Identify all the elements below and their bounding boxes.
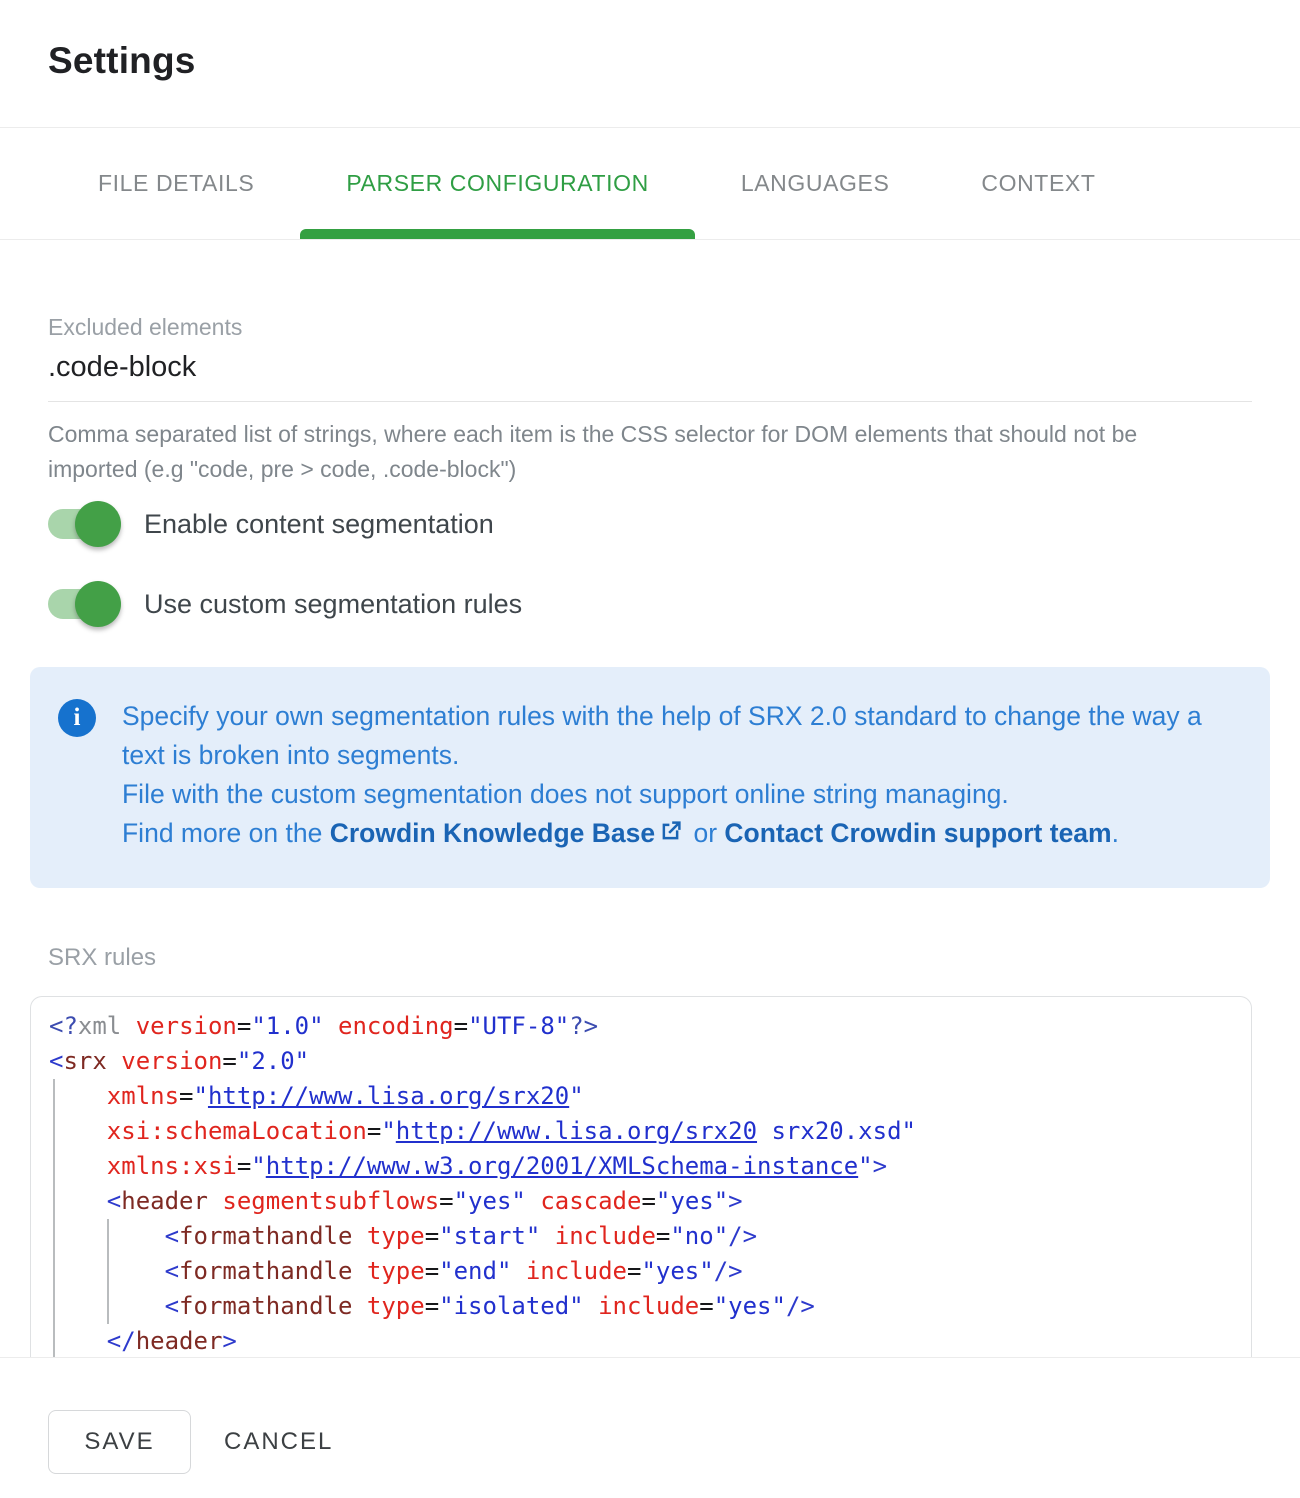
code-line: <header segmentsubflows="yes" cascade="y… <box>49 1184 1251 1219</box>
toggle-row-custom-segmentation: Use custom segmentation rules <box>48 579 1300 629</box>
cancel-button[interactable]: CANCEL <box>224 1428 333 1456</box>
indent-guide <box>53 1079 55 1357</box>
toggle-label: Enable content segmentation <box>144 509 494 540</box>
code-line: <formathandle type="end" include="yes"/> <box>49 1254 1251 1289</box>
footer-actions: SAVE CANCEL <box>48 1410 1252 1474</box>
info-link-prefix: Find more on the <box>122 818 330 848</box>
enable-content-segmentation-toggle[interactable] <box>48 509 118 539</box>
toggle-thumb <box>75 581 121 627</box>
page-title: Settings <box>48 40 1252 82</box>
info-icon: i <box>58 699 96 737</box>
info-paragraph-3: Find more on the Crowdin Knowledge Base … <box>122 814 1230 856</box>
indent-guide <box>107 1219 109 1324</box>
tab-parser-configuration[interactable]: PARSER CONFIGURATION <box>300 128 695 239</box>
footer-divider <box>0 1357 1300 1358</box>
info-paragraph-2: File with the custom segmentation does n… <box>122 775 1230 814</box>
info-link-middle: or <box>686 818 724 848</box>
code-line: xsi:schemaLocation="http://www.lisa.org/… <box>49 1114 1251 1149</box>
code-line: xmlns:xsi="http://www.w3.org/2001/XMLSch… <box>49 1149 1251 1184</box>
tab-context[interactable]: CONTEXT <box>935 128 1141 239</box>
excluded-elements-help: Comma separated list of strings, where e… <box>48 417 1198 487</box>
srx-rules-label: SRX rules <box>48 944 1252 972</box>
srx-rules-editor[interactable]: <?xml version="1.0" encoding="UTF-8"?><s… <box>30 996 1252 1357</box>
use-custom-segmentation-rules-toggle[interactable] <box>48 589 118 619</box>
info-banner-text: Specify your own segmentation rules with… <box>122 697 1230 856</box>
code-line: <srx version="2.0" <box>49 1044 1251 1079</box>
knowledge-base-link[interactable]: Crowdin Knowledge Base <box>330 818 655 848</box>
toggle-row-content-segmentation: Enable content segmentation <box>48 499 1300 549</box>
info-paragraph-1: Specify your own segmentation rules with… <box>122 697 1230 775</box>
info-banner: i Specify your own segmentation rules wi… <box>30 667 1270 888</box>
tab-file-details[interactable]: FILE DETAILS <box>52 128 300 239</box>
tab-bar: FILE DETAILS PARSER CONFIGURATION LANGUA… <box>0 128 1300 240</box>
contact-support-link[interactable]: Contact Crowdin support team <box>724 818 1111 848</box>
toggle-thumb <box>75 501 121 547</box>
dialog-header: Settings <box>0 0 1300 128</box>
info-link-suffix: . <box>1112 818 1119 848</box>
tab-languages[interactable]: LANGUAGES <box>695 128 936 239</box>
external-link-icon <box>657 817 684 856</box>
excluded-elements-input[interactable] <box>48 351 1252 402</box>
code-line: <formathandle type="isolated" include="y… <box>49 1289 1251 1324</box>
excluded-elements-label: Excluded elements <box>48 314 1252 341</box>
code-line: <formathandle type="start" include="no"/… <box>49 1219 1251 1254</box>
code-line: </header> <box>49 1324 1251 1357</box>
srx-code: <?xml version="1.0" encoding="UTF-8"?><s… <box>49 1009 1251 1357</box>
toggle-label: Use custom segmentation rules <box>144 589 522 620</box>
code-line: <?xml version="1.0" encoding="UTF-8"?> <box>49 1009 1251 1044</box>
code-line: xmlns="http://www.lisa.org/srx20" <box>49 1079 1251 1114</box>
save-button[interactable]: SAVE <box>48 1410 191 1474</box>
